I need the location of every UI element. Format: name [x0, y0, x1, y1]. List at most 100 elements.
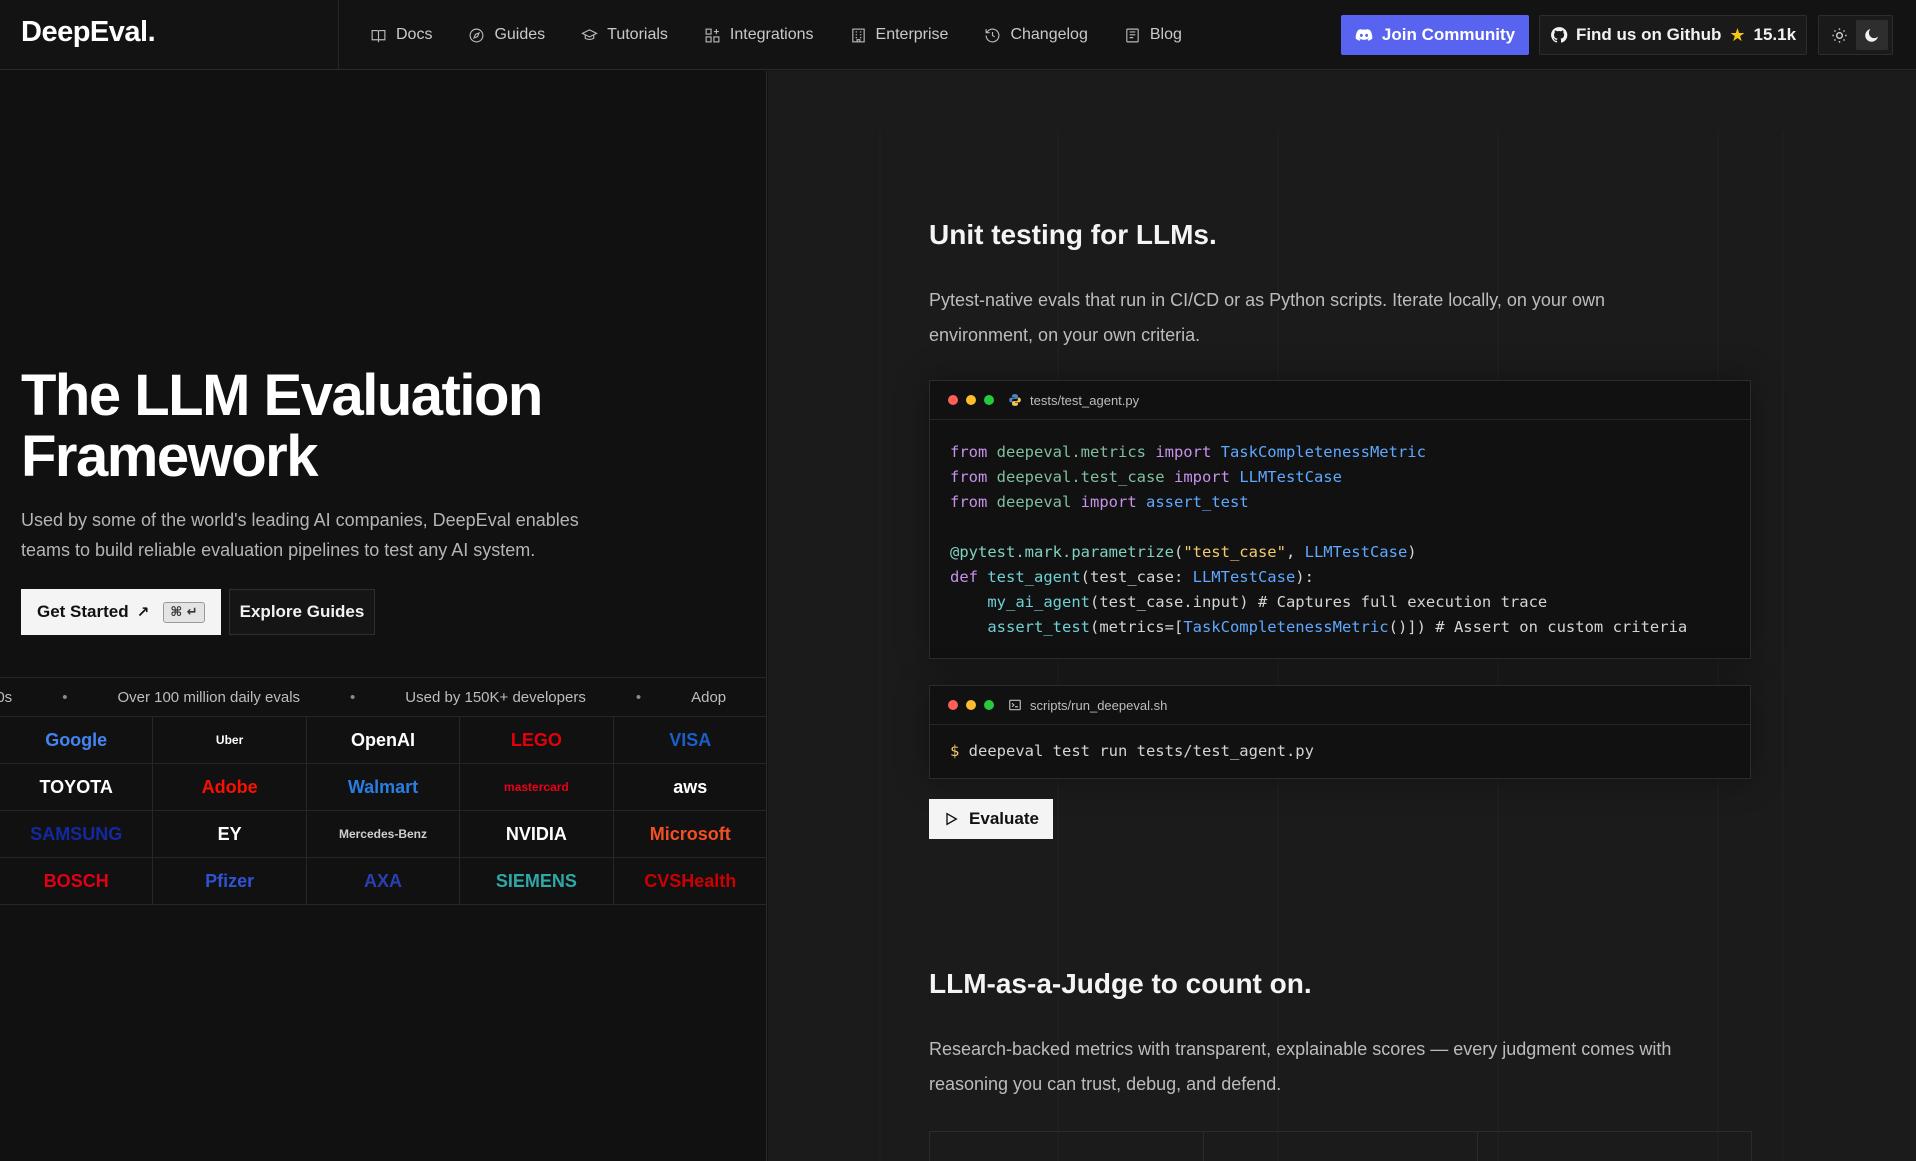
logo-axa: AXA [306, 858, 461, 905]
code-token: ()]) # Assert on custom criteria [1388, 618, 1688, 636]
logo-text: NVIDIA [505, 823, 567, 844]
code-token: $ [950, 742, 969, 760]
deepeval-logo[interactable]: DeepEval. [21, 16, 156, 49]
code-line: from deepeval.test_case import LLMTestCa… [950, 465, 1730, 490]
hero-title-line2: Framework [21, 424, 318, 489]
hero-panel: The LLM Evaluation Framework Used by som… [0, 71, 767, 1161]
moon-icon [1865, 28, 1879, 42]
logo-text: SIEMENS [495, 870, 577, 891]
github-button[interactable]: Find us on Github ★ 15.1k [1539, 15, 1807, 55]
nav-tutorials[interactable]: Tutorials [581, 26, 668, 44]
traffic-light-green [984, 395, 994, 405]
code-line: assert_test(metrics=[TaskCompletenessMet… [950, 615, 1730, 640]
section-judge-desc-line1: Research-backed metrics with transparent… [929, 1039, 1672, 1059]
code-token: def [950, 568, 988, 586]
building-icon [851, 28, 865, 42]
code-token: LLMTestCase [1239, 468, 1342, 486]
history-icon [986, 28, 1000, 42]
get-started-button[interactable]: Get Started ↗ ⌘ ↵ [21, 589, 221, 635]
code-token: deepeval test run tests/test_agent.py [968, 742, 1314, 760]
code-line: $ deepeval test run tests/test_agent.py [950, 739, 1730, 764]
play-icon [946, 812, 958, 826]
get-started-label: Get Started [37, 602, 129, 621]
code-block-python: from deepeval.metrics import TaskComplet… [930, 420, 1750, 658]
discord-icon [1355, 29, 1373, 41]
customer-logo-grid: Google Uber OpenAI LEGO VISA TOYOTA Adobe Walma… [0, 717, 767, 905]
hero-subtitle-line2: teams to build reliable evaluation pipel… [21, 540, 536, 560]
code-window-shell: scripts/run_deepeval.sh $ deepeval test … [929, 685, 1751, 779]
github-label: Find us on Github [1575, 25, 1722, 44]
logo-text: Google [45, 729, 108, 750]
nav-blog-label: Blog [1149, 26, 1182, 43]
logo-text: SAMSUNG [30, 823, 123, 844]
code-token: LLMTestCase [1192, 568, 1296, 586]
nav-changelog-label: Changelog [1010, 26, 1088, 43]
features-panel: Unit testing for LLMs. Pytest-native eva… [768, 71, 1916, 1161]
light-mode-button[interactable] [1823, 20, 1855, 50]
marquee-item: Over 100 million daily evals [117, 688, 301, 706]
marquee-item: Used by 150K+ developers [405, 688, 586, 706]
section-unit-testing-desc-line1: Pytest-native evals that run in CI/CD or… [929, 290, 1605, 310]
metric-card [1203, 1131, 1478, 1161]
grid-plus-icon [705, 28, 720, 42]
code-token: from [950, 468, 997, 486]
code-line: @pytest.mark.parametrize("test_case", LL… [950, 540, 1730, 565]
logo-visa: VISA [613, 717, 767, 764]
logo-pfizer: Pfizer [153, 858, 307, 905]
dark-mode-button[interactable] [1855, 20, 1888, 50]
logo-nvidia: NVIDIA [460, 811, 614, 858]
code-token: import [1155, 443, 1221, 461]
logo-text: OpenAI [350, 729, 415, 750]
code-token: test_agent [987, 568, 1081, 586]
traffic-light-yellow [966, 395, 976, 405]
code-token: ( [1173, 543, 1184, 561]
logo-text: CVSHealth [644, 870, 737, 891]
nav-blog[interactable]: Blog [1124, 26, 1182, 44]
stats-marquee: 00s • Over 100 million daily evals • Used by… [0, 677, 767, 717]
section-unit-testing-title: Unit testing for LLMs. [929, 219, 1217, 250]
python-icon [1009, 394, 1021, 406]
logo-adobe: Adobe [153, 764, 307, 811]
compass-icon [470, 28, 484, 42]
join-community-button[interactable]: Join Community [1341, 15, 1529, 55]
keyboard-shortcut: ⌘ ↵ [163, 601, 205, 623]
logo-cvshealth: CVSHealth [613, 858, 767, 905]
code-token: (test_case: [1080, 568, 1193, 586]
code-token: "test_case" [1183, 543, 1286, 561]
logo-ey: EY [153, 811, 307, 858]
evaluate-button[interactable]: Evaluate [929, 799, 1053, 839]
nav-changelog[interactable]: Changelog [984, 26, 1088, 44]
metric-card [929, 1131, 1204, 1161]
code-line: def test_agent(test_case: LLMTestCase): [950, 565, 1730, 590]
nav-integrations[interactable]: Integrations [704, 26, 814, 44]
code-window-test-agent: tests/test_agent.py from deepeval.metric… [929, 380, 1751, 659]
code-token: from [950, 493, 997, 511]
traffic-light-red [948, 395, 958, 405]
nav-guides[interactable]: Guides [468, 26, 545, 44]
marquee-separator: • [635, 688, 642, 706]
code-window-header: tests/test_agent.py [930, 381, 1750, 420]
github-icon [1550, 27, 1568, 43]
logo-samsung: SAMSUNG [0, 811, 154, 858]
logo-mastercard: mastercard [460, 764, 614, 811]
marquee-track: 00s • Over 100 million daily evals • Used by… [0, 678, 726, 716]
logo-text: EY [217, 823, 242, 844]
nav-enterprise[interactable]: Enterprise [850, 26, 948, 44]
hero-title-line1: The LLM Evaluation [21, 363, 543, 428]
logo-mercedes-benz: Mercedes-Benz [306, 811, 461, 858]
code-token: ): [1295, 568, 1314, 586]
newspaper-icon [1126, 28, 1139, 42]
section-unit-testing-desc-line2: environment, on your own criteria. [929, 325, 1201, 345]
code-filename: scripts/run_deepeval.sh [1030, 697, 1168, 713]
explore-guides-button[interactable]: Explore Guides [229, 589, 375, 635]
logo-siemens: SIEMENS [460, 858, 614, 905]
logo-text: Pfizer [205, 870, 255, 891]
traffic-light-green [984, 700, 994, 710]
nav-docs[interactable]: Docs [370, 26, 432, 44]
logo-text: LEGO [510, 729, 562, 750]
book-icon [371, 29, 386, 43]
code-token: , [1285, 543, 1305, 561]
logo-google: Google [0, 717, 154, 764]
hero-subtitle-line1: Used by some of the world's leading AI c… [21, 510, 579, 530]
logo-openai: OpenAI [306, 717, 461, 764]
